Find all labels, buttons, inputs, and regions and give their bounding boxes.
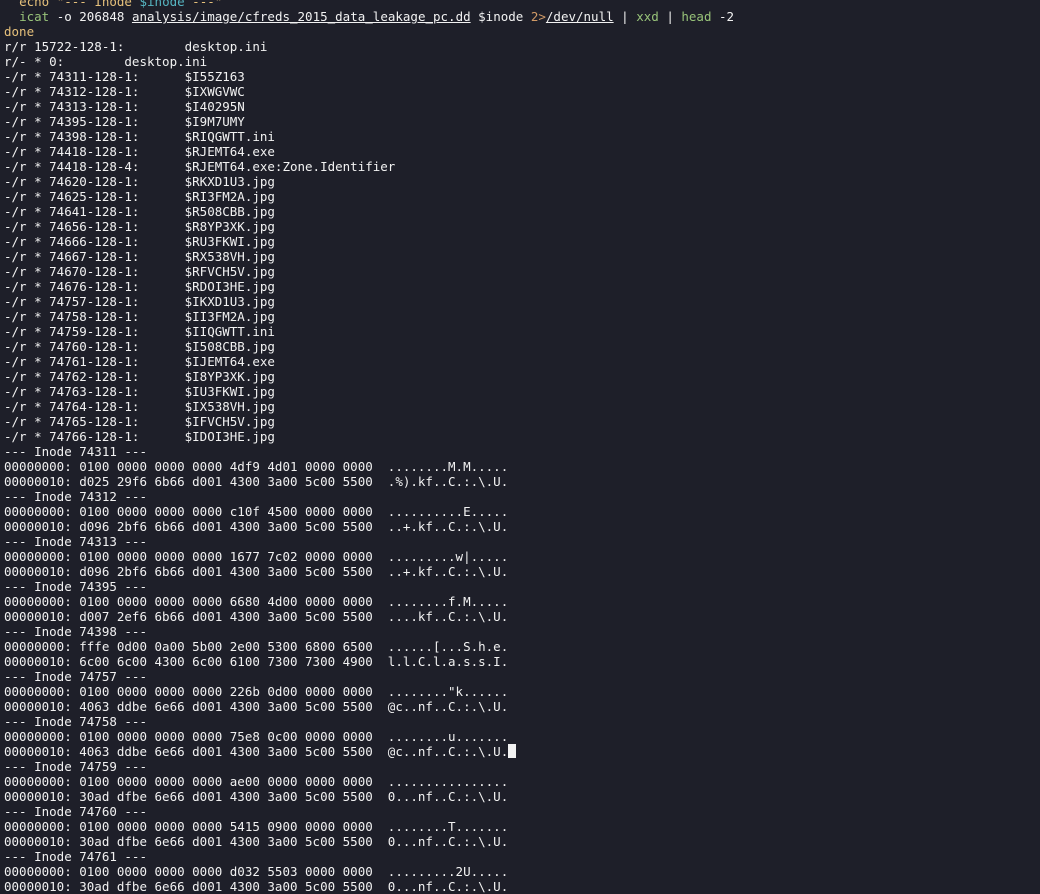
hex-dump-line: 00000010: 4063 ddbe 6e66 d001 4300 3a00 … — [4, 699, 509, 714]
file-entry-line: -/r * 74418-128-1: $RJEMT64.exe — [4, 144, 275, 159]
file-entry-line: -/r * 74311-128-1: $I55Z163 — [4, 69, 245, 84]
file-entry-line: -/r * 74398-128-1: $RIQGWTT.ini — [4, 129, 275, 144]
terminal-output[interactable]: echo "--- Inode $inode ---" icat -o 2068… — [4, 0, 1036, 894]
inode-header-line: --- Inode 74760 --- — [4, 804, 147, 819]
image-path: analysis/image/cfreds_2015_data_leakage_… — [131, 9, 471, 24]
file-entry-line: -/r * 74757-128-1: $IKXD1U3.jpg — [4, 294, 275, 309]
inode-header-line: --- Inode 74757 --- — [4, 669, 147, 684]
hex-dump-line: 00000010: 30ad dfbe 6e66 d001 4300 3a00 … — [4, 834, 509, 849]
inode-header-line: --- Inode 74398 --- — [4, 624, 147, 639]
hex-dump-line: 00000000: 0100 0000 0000 0000 d032 5503 … — [4, 864, 509, 879]
file-entry-line: -/r * 74766-128-1: $IDOI3HE.jpg — [4, 429, 275, 444]
echo-keyword: echo — [19, 0, 50, 9]
hex-dump-line: 00000010: d025 29f6 6b66 d001 4300 3a00 … — [4, 474, 509, 489]
hex-dump-line: 00000010: 4063 ddbe 6e66 d001 4300 3a00 … — [4, 744, 1036, 759]
icat-args: -o 206848 — [49, 9, 132, 24]
file-entry-line: -/r * 74625-128-1: $RI3FM2A.jpg — [4, 189, 275, 204]
file-entry-line: r/- * 0: desktop.ini — [4, 54, 208, 69]
file-entry-line: r/r 15722-128-1: desktop.ini — [4, 39, 268, 54]
inode-header-line: --- Inode 74759 --- — [4, 759, 147, 774]
file-entry-line: -/r * 74666-128-1: $RU3FKWI.jpg — [4, 234, 275, 249]
hex-dump-line: 00000000: 0100 0000 0000 0000 75e8 0c00 … — [4, 729, 509, 744]
terminal-cursor — [508, 744, 517, 758]
fls-listing: r/r 15722-128-1: desktop.ini r/- * 0: des… — [4, 39, 1036, 444]
inode-variable: $inode — [470, 9, 531, 24]
hex-dump-line: 00000010: 30ad dfbe 6e66 d001 4300 3a00 … — [4, 879, 509, 894]
file-entry-line: -/r * 74670-128-1: $RFVCH5V.jpg — [4, 264, 275, 279]
file-entry-line: -/r * 74676-128-1: $RDOI3HE.jpg — [4, 279, 275, 294]
hex-dump-line: 00000000: 0100 0000 0000 0000 226b 0d00 … — [4, 684, 509, 699]
echo-command-line: echo "--- Inode $inode ---" — [4, 0, 1036, 9]
stderr-redirect: 2> — [530, 9, 546, 24]
devnull-path: /dev/null — [545, 9, 614, 24]
icat-command: icat — [19, 9, 50, 24]
echo-string-open: "--- Inode — [56, 0, 140, 9]
hex-dump-line: 00000010: d096 2bf6 6b66 d001 4300 3a00 … — [4, 564, 509, 579]
file-entry-line: -/r * 74758-128-1: $II3FM2A.jpg — [4, 309, 275, 324]
echo-inode-variable: $inode — [139, 0, 185, 9]
xxd-command: xxd — [636, 9, 659, 24]
head-command: head — [681, 9, 712, 24]
icat-command-line: icat -o 206848 analysis/image/cfreds_201… — [4, 9, 1036, 24]
file-entry-line: -/r * 74656-128-1: $R8YP3XK.jpg — [4, 219, 275, 234]
inode-header-line: --- Inode 74312 --- — [4, 489, 147, 504]
pipe-1: | — [613, 9, 637, 24]
file-entry-line: -/r * 74313-128-1: $I40295N — [4, 99, 245, 114]
xxd-hexdump-output: --- Inode 74311 --- 00000000: 0100 0000 0… — [4, 444, 1036, 894]
hex-dump-line: 00000000: 0100 0000 0000 0000 ae00 0000 … — [4, 774, 509, 789]
file-entry-line: -/r * 74759-128-1: $IIQGWTT.ini — [4, 324, 275, 339]
hex-dump-line: 00000010: d007 2ef6 6b66 d001 4300 3a00 … — [4, 609, 509, 624]
file-entry-line: -/r * 74620-128-1: $RKXD1U3.jpg — [4, 174, 275, 189]
echo-string-close: ---" — [184, 0, 223, 9]
file-entry-line: -/r * 74763-128-1: $IU3FKWI.jpg — [4, 384, 275, 399]
file-entry-line: -/r * 74395-128-1: $I9M7UMY — [4, 114, 245, 129]
file-entry-line: -/r * 74760-128-1: $I508CBB.jpg — [4, 339, 275, 354]
file-entry-line: -/r * 74761-128-1: $IJEMT64.exe — [4, 354, 275, 369]
hex-dump-line: 00000000: 0100 0000 0000 0000 1677 7c02 … — [4, 549, 509, 564]
hex-dump-line: 00000010: 6c00 6c00 4300 6c00 6100 7300 … — [4, 654, 509, 669]
hex-dump-line: 00000010: d096 2bf6 6b66 d001 4300 3a00 … — [4, 519, 509, 534]
hex-dump-line: 00000000: 0100 0000 0000 0000 4df9 4d01 … — [4, 459, 509, 474]
inode-header-line: --- Inode 74311 --- — [4, 444, 147, 459]
file-entry-line: -/r * 74641-128-1: $R508CBB.jpg — [4, 204, 275, 219]
head-args: -2 — [711, 9, 735, 24]
inode-header-line: --- Inode 74761 --- — [4, 849, 147, 864]
file-entry-line: -/r * 74765-128-1: $IFVCH5V.jpg — [4, 414, 275, 429]
hex-dump-line: 00000010: 30ad dfbe 6e66 d001 4300 3a00 … — [4, 789, 509, 804]
done-keyword: done — [4, 24, 35, 39]
pipe-2: | — [658, 9, 682, 24]
inode-header-line: --- Inode 74758 --- — [4, 714, 147, 729]
hex-dump-line: 00000000: fffe 0d00 0a00 5b00 2e00 5300 … — [4, 639, 509, 654]
file-entry-line: -/r * 74762-128-1: $I8YP3XK.jpg — [4, 369, 275, 384]
inode-header-line: --- Inode 74395 --- — [4, 579, 147, 594]
hex-dump-line: 00000000: 0100 0000 0000 0000 c10f 4500 … — [4, 504, 509, 519]
file-entry-line: -/r * 74418-128-4: $RJEMT64.exe:Zone.Ide… — [4, 159, 396, 174]
hex-dump-line: 00000000: 0100 0000 0000 0000 6680 4d00 … — [4, 594, 509, 609]
inode-header-line: --- Inode 74313 --- — [4, 534, 147, 549]
file-entry-line: -/r * 74312-128-1: $IXWGVWC — [4, 84, 245, 99]
hex-dump-line: 00000000: 0100 0000 0000 0000 5415 0900 … — [4, 819, 509, 834]
file-entry-line: -/r * 74764-128-1: $IX538VH.jpg — [4, 399, 275, 414]
file-entry-line: -/r * 74667-128-1: $RX538VH.jpg — [4, 249, 275, 264]
